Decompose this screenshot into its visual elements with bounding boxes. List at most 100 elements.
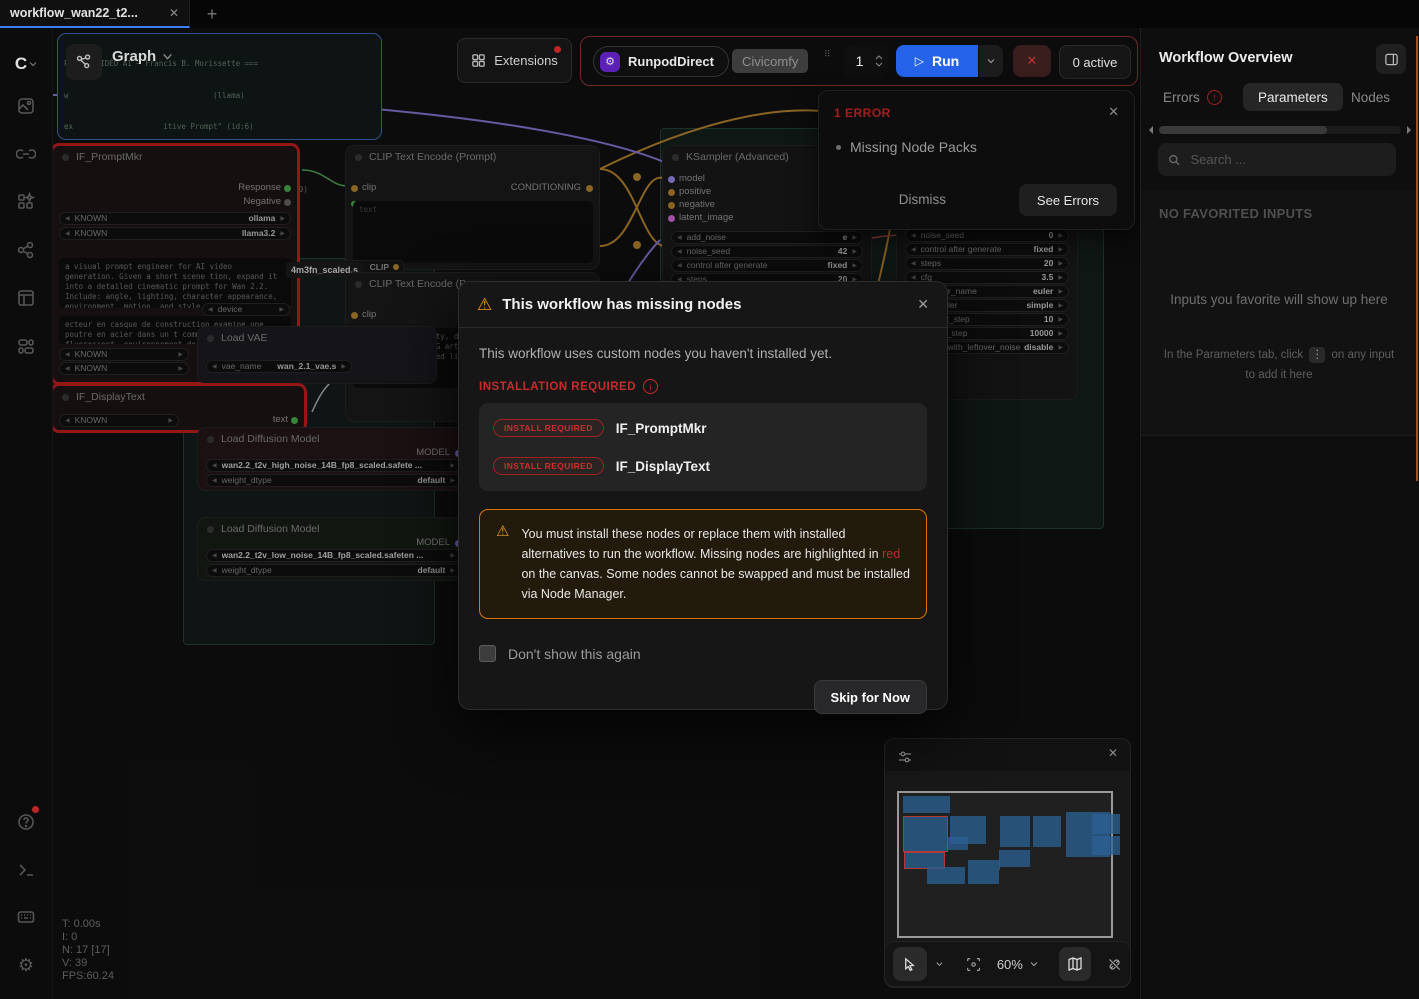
comfy-logo[interactable]: C — [10, 48, 42, 80]
tab-parameters[interactable]: Parameters — [1243, 83, 1343, 111]
chevron-down-icon — [986, 56, 996, 66]
panel-layout-icon — [1384, 52, 1399, 67]
workflow-tab-title: workflow_wan22_t2... — [10, 6, 169, 20]
see-errors-button[interactable]: See Errors — [1019, 184, 1117, 216]
dismiss-button[interactable]: Dismiss — [899, 192, 946, 207]
zoom-level-value: 60% — [997, 957, 1023, 972]
workflow-tab[interactable]: workflow_wan22_t2... ✕ — [0, 0, 190, 28]
panel-title: Workflow Overview — [1159, 50, 1293, 66]
warning-callout: ⚠ You must install these nodes or replac… — [479, 509, 927, 619]
workflows-icon[interactable] — [10, 234, 42, 266]
dialog-close-icon[interactable]: ✕ — [917, 296, 929, 313]
drag-handle[interactable]: ⠿ — [824, 51, 833, 58]
left-sidebar: C ⚙ — [0, 28, 53, 999]
error-toast-title: 1 ERROR — [834, 106, 891, 120]
pointer-tool-button[interactable] — [893, 947, 927, 981]
new-tab-button[interactable]: + — [200, 2, 224, 26]
scroll-right-icon[interactable] — [1405, 125, 1413, 135]
error-toast: 1 ERROR ✕ Missing Node Packs Dismiss See… — [818, 90, 1135, 230]
templates-icon[interactable] — [10, 282, 42, 314]
minimap-toggle-button[interactable] — [1059, 947, 1091, 981]
install-required-badge: INSTALL REQUIRED — [493, 419, 604, 437]
minimap-settings-icon[interactable] — [897, 749, 913, 765]
extensions-label: Extensions — [494, 53, 558, 68]
minimap-close-icon[interactable]: ✕ — [1108, 746, 1118, 760]
graph-view-button[interactable] — [66, 44, 102, 80]
tab-errors[interactable]: Errors ! — [1163, 90, 1222, 105]
dialog-intro: This workflow uses custom nodes you have… — [479, 346, 927, 361]
install-required-badge: INSTALL REQUIRED — [493, 457, 604, 475]
map-icon — [1067, 956, 1083, 972]
dialog-title: This workflow has missing nodes — [502, 296, 907, 313]
runpod-direct-button[interactable]: ⚙ RunpodDirect — [593, 46, 729, 77]
app-root: workflow_wan22_t2... ✕ + S Noise) — [0, 0, 1419, 999]
empty-state-message: Inputs you favorite will show up here — [1165, 290, 1393, 310]
workflow-overview-panel: Workflow Overview Errors ! Parameters No… — [1140, 28, 1419, 999]
skip-for-now-button[interactable]: Skip for Now — [814, 680, 927, 714]
canvas-controls-bar: 60% — [884, 941, 1131, 987]
dont-show-checkbox[interactable] — [479, 645, 496, 662]
run-button[interactable]: ▷ Run — [896, 45, 978, 77]
kebab-menu-icon: ⋮ — [1309, 347, 1325, 363]
info-circle-icon: i — [643, 379, 658, 394]
cursor-icon — [902, 957, 917, 972]
runpod-icon: ⚙ — [600, 52, 620, 72]
missing-node-row: INSTALL REQUIRED IF_DisplayText — [479, 447, 927, 485]
tab-nodes[interactable]: Nodes — [1351, 90, 1390, 105]
media-assets-icon[interactable] — [10, 90, 42, 122]
extensions-grid-icon — [471, 53, 486, 68]
fit-view-icon[interactable] — [966, 956, 981, 973]
panel-toggle-button[interactable] — [1376, 44, 1406, 74]
queue-icon[interactable] — [10, 330, 42, 362]
warning-triangle-icon: ⚠ — [496, 524, 509, 604]
model-library-icon[interactable] — [10, 186, 42, 218]
missing-nodes-list: INSTALL REQUIRED IF_PromptMkr INSTALL RE… — [479, 403, 927, 491]
empty-state-title: NO FAVORITED INPUTS — [1159, 206, 1313, 221]
empty-state-hint: In the Parameters tab, click ⋮ on any in… — [1159, 345, 1399, 385]
run-controls-group: ⚙ RunpodDirect Civicomfy ⠿ 1 ▷ Run ✕ 0 a… — [580, 36, 1138, 86]
terminal-icon[interactable] — [10, 854, 42, 886]
batch-count-steppers[interactable] — [875, 55, 883, 67]
warning-text: You must install these nodes or replace … — [521, 524, 910, 604]
tab-close-icon[interactable]: ✕ — [169, 6, 179, 20]
shortcuts-keyboard-icon[interactable] — [10, 901, 42, 933]
help-icon[interactable] — [10, 806, 42, 838]
search-input-wrap[interactable] — [1158, 143, 1396, 176]
red-word: red — [882, 547, 900, 561]
extensions-button[interactable]: Extensions — [457, 38, 572, 83]
tab-bar: workflow_wan22_t2... ✕ + — [0, 0, 1419, 29]
help-notification-dot — [32, 806, 39, 813]
active-jobs-indicator[interactable]: 0 active — [1059, 45, 1131, 79]
scroll-left-icon[interactable] — [1147, 125, 1155, 135]
cancel-run-button[interactable]: ✕ — [1013, 45, 1051, 77]
settings-gear-icon[interactable]: ⚙ — [10, 949, 42, 981]
search-input[interactable] — [1188, 151, 1386, 168]
dont-show-label: Don't show this again — [508, 646, 641, 662]
graph-selector[interactable]: Graph — [112, 48, 173, 65]
search-icon — [1168, 153, 1180, 167]
chevron-down-icon — [1029, 959, 1039, 969]
batch-count-input[interactable]: 1 — [844, 45, 888, 77]
scrollbar-thumb[interactable] — [1159, 126, 1327, 134]
play-icon: ▷ — [915, 54, 924, 68]
node-library-icon[interactable] — [10, 138, 42, 170]
extensions-notification-dot — [554, 46, 561, 53]
warning-triangle-icon: ⚠ — [477, 296, 492, 313]
run-options-dropdown[interactable] — [979, 45, 1003, 77]
missing-node-name: IF_PromptMkr — [616, 421, 707, 436]
installation-required-label: INSTALLATION REQUIRED — [479, 381, 636, 393]
toggle-links-icon[interactable] — [1107, 956, 1122, 973]
missing-node-row: INSTALL REQUIRED IF_PromptMkr — [479, 409, 927, 447]
zoom-level-dropdown[interactable]: 60% — [997, 957, 1039, 972]
panel-resize-handle[interactable] — [1416, 36, 1418, 481]
civicomfy-button[interactable]: Civicomfy — [732, 49, 808, 73]
scrollbar-track[interactable] — [1159, 126, 1401, 134]
missing-node-name: IF_DisplayText — [616, 459, 710, 474]
error-toast-close-icon[interactable]: ✕ — [1108, 104, 1119, 120]
graph-selector-label: Graph — [112, 48, 156, 65]
pointer-tool-dropdown-icon[interactable] — [935, 959, 944, 969]
missing-nodes-dialog: ⚠ This workflow has missing nodes ✕ This… — [458, 281, 948, 710]
dont-show-row: Don't show this again — [479, 645, 927, 662]
error-badge-icon: ! — [1207, 90, 1222, 105]
chevron-down-icon — [162, 51, 173, 62]
